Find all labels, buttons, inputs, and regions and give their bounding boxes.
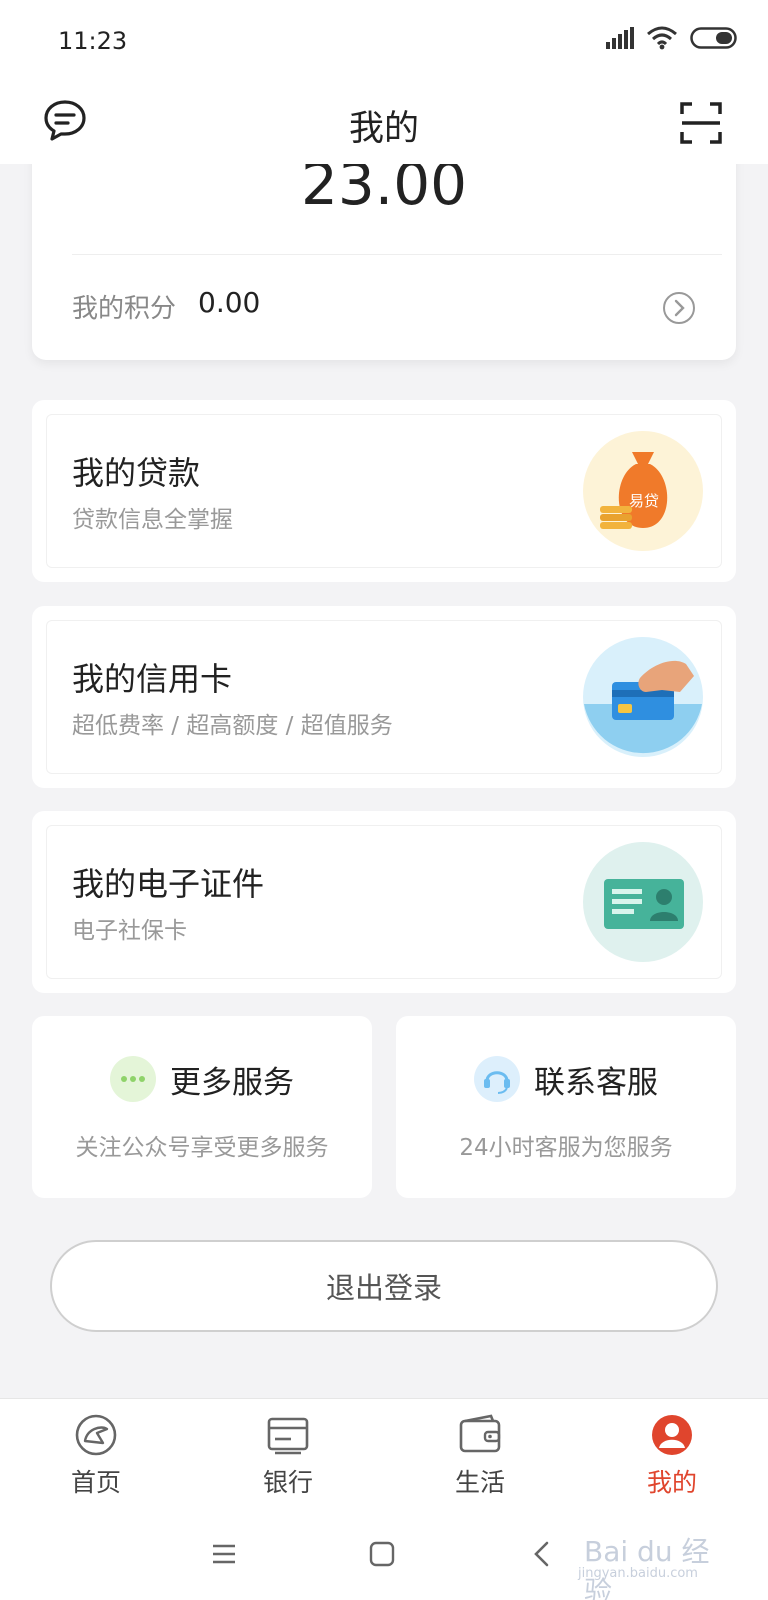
signal-icon <box>606 27 634 49</box>
points-label: 我的积分 <box>72 294 177 324</box>
id-card-icon <box>583 842 703 962</box>
status-bar: 11:23 <box>0 0 768 80</box>
home-icon <box>75 1414 117 1456</box>
tab-label: 我的 <box>646 1468 697 1497</box>
wallet-icon <box>459 1414 501 1453</box>
contact-support-card[interactable]: 联系客服 24小时客服为您服务 <box>396 1016 736 1198</box>
card-title: 我的贷款 <box>72 454 201 492</box>
tab-bank[interactable]: 银行 <box>192 1399 384 1506</box>
card-subtitle: 贷款信息全掌握 <box>72 507 233 533</box>
status-time: 11:23 <box>58 27 128 55</box>
headset-icon <box>474 1056 520 1102</box>
back-arrow-icon[interactable] <box>528 1540 556 1568</box>
tab-label: 银行 <box>262 1468 313 1497</box>
watermark-logo: Bai du 经验 jingyan.baidu.com <box>578 1522 728 1600</box>
card-title: 我的信用卡 <box>72 660 233 698</box>
tab-home[interactable]: 首页 <box>0 1399 192 1506</box>
watermark-brand: Bai du 经验 <box>584 1535 710 1600</box>
card-subtitle: 超低费率 / 超高额度 / 超值服务 <box>72 713 393 739</box>
more-dots-icon <box>110 1056 156 1102</box>
points-value: 0.00 <box>198 286 261 319</box>
menu-icon[interactable] <box>210 1540 238 1568</box>
home-square-icon[interactable] <box>368 1540 396 1568</box>
tab-life[interactable]: 生活 <box>384 1399 576 1506</box>
credit-card-card[interactable]: 我的信用卡 超低费率 / 超高额度 / 超值服务 <box>32 606 736 788</box>
money-bag-icon: 易贷 <box>583 431 703 551</box>
service-title: 更多服务 <box>170 1064 294 1101</box>
wifi-icon <box>647 26 677 50</box>
chevron-right-icon[interactable] <box>662 291 696 325</box>
e-document-card[interactable]: 我的电子证件 电子社保卡 <box>32 811 736 993</box>
tab-mine[interactable]: 我的 <box>576 1399 768 1506</box>
system-nav-bar: Bai du 经验 jingyan.baidu.com <box>0 1506 768 1600</box>
status-icons <box>606 26 738 50</box>
service-header: 更多服务 <box>32 1056 372 1102</box>
card-title: 我的电子证件 <box>72 865 265 903</box>
bank-card-icon <box>267 1417 309 1455</box>
watermark-domain: jingyan.baidu.com <box>578 1566 698 1581</box>
logout-button[interactable]: 退出登录 <box>50 1240 718 1332</box>
more-services-card[interactable]: 更多服务 关注公众号享受更多服务 <box>32 1016 372 1198</box>
card-subtitle: 电子社保卡 <box>72 918 187 944</box>
service-subtitle: 关注公众号享受更多服务 <box>75 1135 329 1161</box>
service-subtitle: 24小时客服为您服务 <box>459 1135 673 1161</box>
bottom-tab-bar: 首页 银行 生活 我的 <box>0 1398 768 1506</box>
tab-label: 生活 <box>454 1468 505 1497</box>
top-header: 我的 <box>0 80 768 164</box>
profile-icon <box>652 1415 692 1455</box>
divider <box>72 254 722 255</box>
service-header: 联系客服 <box>396 1056 736 1102</box>
credit-card-icon <box>583 637 703 757</box>
scan-frame-icon[interactable] <box>680 102 722 144</box>
loan-card[interactable]: 我的贷款 贷款信息全掌握 易贷 <box>32 400 736 582</box>
service-title: 联系客服 <box>534 1064 658 1101</box>
page-title: 我的 <box>348 109 419 149</box>
tab-label: 首页 <box>70 1468 121 1497</box>
loan-badge-text: 易贷 <box>629 492 659 510</box>
battery-icon <box>690 27 737 49</box>
